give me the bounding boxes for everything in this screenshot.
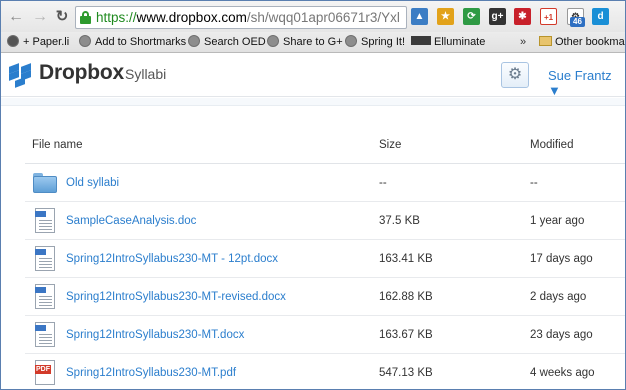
- file-modified: 1 year ago: [530, 215, 585, 227]
- extension-icon[interactable]: ⟳: [463, 8, 480, 25]
- folder-icon: [33, 170, 57, 196]
- document-icon: [33, 284, 57, 310]
- file-size: 547.13 KB: [379, 367, 433, 379]
- table-row[interactable]: Spring12IntroSyllabus230-MT - 12pt.docx …: [25, 240, 625, 278]
- other-bookmarks[interactable]: Other bookmar: [539, 32, 626, 52]
- file-modified: 4 weeks ago: [530, 367, 595, 379]
- url-path: /sh/wqq01apr06671r3/Yxl: [246, 10, 400, 25]
- bookmark-item[interactable]: Share to G+: [267, 32, 343, 52]
- url-scheme: https://: [96, 10, 137, 25]
- paper-li-icon: [7, 35, 19, 47]
- globe-icon: [79, 35, 91, 47]
- elluminate-icon: [411, 36, 431, 45]
- bookmark-label: Spring It!: [361, 36, 406, 48]
- settings-gear-button[interactable]: ⚙: [501, 62, 529, 88]
- table-header-row: File name Size Modified: [25, 127, 625, 164]
- bookmark-item[interactable]: Add to Shortmarks: [79, 32, 186, 52]
- file-name-link[interactable]: Spring12IntroSyllabus230-MT-revised.docx: [66, 291, 286, 303]
- gplus-icon[interactable]: g+: [489, 8, 506, 25]
- file-name-link[interactable]: Old syllabi: [66, 177, 119, 189]
- file-modified: 2 days ago: [530, 291, 587, 303]
- file-name-link[interactable]: SampleCaseAnalysis.doc: [66, 215, 196, 227]
- file-modified: --: [530, 177, 538, 189]
- extension-icon[interactable]: ★: [437, 8, 454, 25]
- table-row[interactable]: SampleCaseAnalysis.doc 37.5 KB 1 year ag…: [25, 202, 625, 240]
- user-menu[interactable]: Sue Frantz ▼: [548, 68, 625, 98]
- table-row[interactable]: Old syllabi -- --: [25, 164, 625, 202]
- globe-icon: [345, 35, 357, 47]
- header-divider: [1, 98, 625, 106]
- forward-arrow-icon[interactable]: →: [31, 8, 49, 26]
- bookmark-label: Add to Shortmarks: [95, 36, 187, 48]
- bookmark-item[interactable]: + Paper.li: [7, 32, 69, 52]
- file-modified: 23 days ago: [530, 329, 593, 341]
- url-host: www.dropbox.com: [136, 10, 247, 25]
- document-icon: [33, 208, 57, 234]
- file-modified: 17 days ago: [530, 253, 593, 265]
- dropbox-logo-icon[interactable]: [9, 62, 35, 88]
- lock-icon: [80, 11, 91, 24]
- globe-icon: [267, 35, 279, 47]
- url-text: https://www.dropbox.com/sh/wqq01apr06671…: [96, 7, 400, 28]
- dropbox-header: Dropbox Syllabi ⚙ Sue Frantz ▼: [1, 54, 625, 98]
- table-row[interactable]: PDF Spring12IntroSyllabus230-MT.pdf 547.…: [25, 354, 625, 389]
- bookmark-label: + Paper.li: [23, 36, 70, 48]
- back-arrow-icon[interactable]: ←: [7, 8, 25, 26]
- table-row[interactable]: Spring12IntroSyllabus230-MT-revised.docx…: [25, 278, 625, 316]
- other-bookmarks-label: Other bookmar: [555, 36, 626, 48]
- column-header-size[interactable]: Size: [379, 139, 401, 151]
- bookmark-label: Share to G+: [283, 36, 343, 48]
- bookmarks-bar: + Paper.li Add to Shortmarks Search OED …: [1, 32, 625, 53]
- file-size: 37.5 KB: [379, 215, 420, 227]
- document-icon: [33, 246, 57, 272]
- file-name-link[interactable]: Spring12IntroSyllabus230-MT.docx: [66, 329, 244, 341]
- bookmarks-overflow-chevron[interactable]: »: [520, 32, 526, 52]
- file-size: 162.88 KB: [379, 291, 433, 303]
- bookmark-item[interactable]: Search OED: [188, 32, 266, 52]
- extension-icon[interactable]: ▲: [411, 8, 428, 25]
- pdf-icon: PDF: [33, 360, 57, 386]
- address-bar[interactable]: https://www.dropbox.com/sh/wqq01apr06671…: [75, 6, 407, 29]
- gear-icon: ⚙: [507, 66, 523, 83]
- extension-icon[interactable]: ✱: [514, 8, 531, 25]
- brand-name[interactable]: Dropbox: [39, 61, 124, 85]
- browser-toolbar: ← → ↻ https://www.dropbox.com/sh/wqq01ap…: [1, 1, 625, 32]
- file-name-link[interactable]: Spring12IntroSyllabus230-MT - 12pt.docx: [66, 253, 278, 265]
- globe-icon: [188, 35, 200, 47]
- file-size: 163.41 KB: [379, 253, 433, 265]
- file-name-link[interactable]: Spring12IntroSyllabus230-MT.pdf: [66, 367, 236, 379]
- gplus-one-icon[interactable]: +1: [540, 8, 557, 25]
- bookmark-label: Search OED: [204, 36, 266, 48]
- file-table: File name Size Modified Old syllabi -- -…: [25, 127, 625, 389]
- column-header-name[interactable]: File name: [32, 139, 83, 151]
- browser-window: ← → ↻ https://www.dropbox.com/sh/wqq01ap…: [0, 0, 626, 390]
- file-size: --: [379, 177, 387, 189]
- file-size: 163.67 KB: [379, 329, 433, 341]
- breadcrumb: Syllabi: [125, 66, 167, 82]
- reload-icon[interactable]: ↻: [53, 8, 71, 26]
- column-header-modified[interactable]: Modified: [530, 139, 573, 151]
- folder-icon: [539, 36, 552, 46]
- extension-icon[interactable]: d: [592, 8, 609, 25]
- bookmark-label: Elluminate: [434, 36, 486, 48]
- table-row[interactable]: Spring12IntroSyllabus230-MT.docx 163.67 …: [25, 316, 625, 354]
- bookmark-item[interactable]: Spring It!: [345, 32, 405, 52]
- document-icon: [33, 322, 57, 348]
- extension-badge: 46: [570, 17, 585, 27]
- bookmark-item[interactable]: Elluminate: [411, 32, 485, 52]
